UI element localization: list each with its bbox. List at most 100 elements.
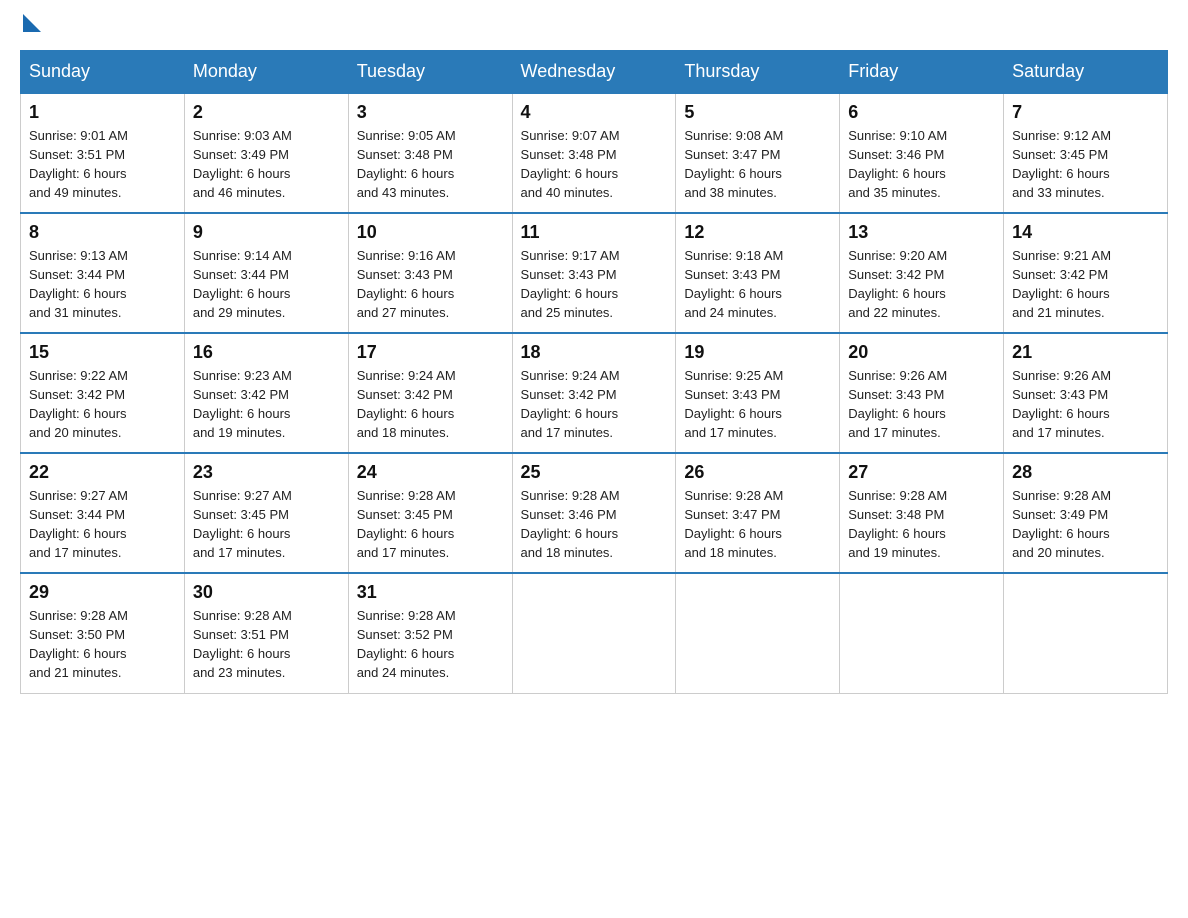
day-info: Sunrise: 9:08 AMSunset: 3:47 PMDaylight:… xyxy=(684,127,831,202)
table-row: 17 Sunrise: 9:24 AMSunset: 3:42 PMDaylig… xyxy=(348,333,512,453)
table-row: 11 Sunrise: 9:17 AMSunset: 3:43 PMDaylig… xyxy=(512,213,676,333)
table-row: 31 Sunrise: 9:28 AMSunset: 3:52 PMDaylig… xyxy=(348,573,512,693)
table-row: 10 Sunrise: 9:16 AMSunset: 3:43 PMDaylig… xyxy=(348,213,512,333)
day-info: Sunrise: 9:12 AMSunset: 3:45 PMDaylight:… xyxy=(1012,127,1159,202)
day-info: Sunrise: 9:14 AMSunset: 3:44 PMDaylight:… xyxy=(193,247,340,322)
table-row: 13 Sunrise: 9:20 AMSunset: 3:42 PMDaylig… xyxy=(840,213,1004,333)
table-row: 9 Sunrise: 9:14 AMSunset: 3:44 PMDayligh… xyxy=(184,213,348,333)
day-number: 30 xyxy=(193,582,340,603)
day-info: Sunrise: 9:28 AMSunset: 3:48 PMDaylight:… xyxy=(848,487,995,562)
week-row-4: 22 Sunrise: 9:27 AMSunset: 3:44 PMDaylig… xyxy=(21,453,1168,573)
day-number: 13 xyxy=(848,222,995,243)
table-row: 25 Sunrise: 9:28 AMSunset: 3:46 PMDaylig… xyxy=(512,453,676,573)
day-number: 6 xyxy=(848,102,995,123)
day-info: Sunrise: 9:28 AMSunset: 3:46 PMDaylight:… xyxy=(521,487,668,562)
col-header-thursday: Thursday xyxy=(676,51,840,94)
day-number: 29 xyxy=(29,582,176,603)
day-number: 8 xyxy=(29,222,176,243)
table-row: 15 Sunrise: 9:22 AMSunset: 3:42 PMDaylig… xyxy=(21,333,185,453)
day-info: Sunrise: 9:26 AMSunset: 3:43 PMDaylight:… xyxy=(1012,367,1159,442)
table-row: 23 Sunrise: 9:27 AMSunset: 3:45 PMDaylig… xyxy=(184,453,348,573)
day-info: Sunrise: 9:05 AMSunset: 3:48 PMDaylight:… xyxy=(357,127,504,202)
day-info: Sunrise: 9:22 AMSunset: 3:42 PMDaylight:… xyxy=(29,367,176,442)
day-info: Sunrise: 9:27 AMSunset: 3:45 PMDaylight:… xyxy=(193,487,340,562)
day-number: 9 xyxy=(193,222,340,243)
table-row: 6 Sunrise: 9:10 AMSunset: 3:46 PMDayligh… xyxy=(840,93,1004,213)
page-header xyxy=(20,20,1168,30)
col-header-sunday: Sunday xyxy=(21,51,185,94)
table-row: 22 Sunrise: 9:27 AMSunset: 3:44 PMDaylig… xyxy=(21,453,185,573)
day-number: 16 xyxy=(193,342,340,363)
day-info: Sunrise: 9:01 AMSunset: 3:51 PMDaylight:… xyxy=(29,127,176,202)
day-info: Sunrise: 9:25 AMSunset: 3:43 PMDaylight:… xyxy=(684,367,831,442)
day-number: 19 xyxy=(684,342,831,363)
table-row: 16 Sunrise: 9:23 AMSunset: 3:42 PMDaylig… xyxy=(184,333,348,453)
table-row: 21 Sunrise: 9:26 AMSunset: 3:43 PMDaylig… xyxy=(1004,333,1168,453)
table-row: 4 Sunrise: 9:07 AMSunset: 3:48 PMDayligh… xyxy=(512,93,676,213)
day-number: 17 xyxy=(357,342,504,363)
day-info: Sunrise: 9:28 AMSunset: 3:50 PMDaylight:… xyxy=(29,607,176,682)
week-row-1: 1 Sunrise: 9:01 AMSunset: 3:51 PMDayligh… xyxy=(21,93,1168,213)
day-info: Sunrise: 9:23 AMSunset: 3:42 PMDaylight:… xyxy=(193,367,340,442)
logo-triangle-icon xyxy=(23,14,41,32)
week-row-5: 29 Sunrise: 9:28 AMSunset: 3:50 PMDaylig… xyxy=(21,573,1168,693)
table-row: 26 Sunrise: 9:28 AMSunset: 3:47 PMDaylig… xyxy=(676,453,840,573)
day-number: 1 xyxy=(29,102,176,123)
day-info: Sunrise: 9:27 AMSunset: 3:44 PMDaylight:… xyxy=(29,487,176,562)
day-info: Sunrise: 9:18 AMSunset: 3:43 PMDaylight:… xyxy=(684,247,831,322)
day-number: 24 xyxy=(357,462,504,483)
col-header-tuesday: Tuesday xyxy=(348,51,512,94)
day-number: 28 xyxy=(1012,462,1159,483)
table-row xyxy=(1004,573,1168,693)
day-number: 18 xyxy=(521,342,668,363)
day-number: 11 xyxy=(521,222,668,243)
day-info: Sunrise: 9:10 AMSunset: 3:46 PMDaylight:… xyxy=(848,127,995,202)
day-info: Sunrise: 9:28 AMSunset: 3:47 PMDaylight:… xyxy=(684,487,831,562)
table-row: 3 Sunrise: 9:05 AMSunset: 3:48 PMDayligh… xyxy=(348,93,512,213)
calendar-table: SundayMondayTuesdayWednesdayThursdayFrid… xyxy=(20,50,1168,694)
day-number: 10 xyxy=(357,222,504,243)
table-row: 7 Sunrise: 9:12 AMSunset: 3:45 PMDayligh… xyxy=(1004,93,1168,213)
day-info: Sunrise: 9:21 AMSunset: 3:42 PMDaylight:… xyxy=(1012,247,1159,322)
day-info: Sunrise: 9:24 AMSunset: 3:42 PMDaylight:… xyxy=(357,367,504,442)
day-info: Sunrise: 9:17 AMSunset: 3:43 PMDaylight:… xyxy=(521,247,668,322)
day-number: 3 xyxy=(357,102,504,123)
col-header-saturday: Saturday xyxy=(1004,51,1168,94)
table-row: 19 Sunrise: 9:25 AMSunset: 3:43 PMDaylig… xyxy=(676,333,840,453)
day-info: Sunrise: 9:26 AMSunset: 3:43 PMDaylight:… xyxy=(848,367,995,442)
day-info: Sunrise: 9:03 AMSunset: 3:49 PMDaylight:… xyxy=(193,127,340,202)
logo xyxy=(20,20,43,30)
day-number: 7 xyxy=(1012,102,1159,123)
col-header-wednesday: Wednesday xyxy=(512,51,676,94)
table-row: 12 Sunrise: 9:18 AMSunset: 3:43 PMDaylig… xyxy=(676,213,840,333)
day-number: 27 xyxy=(848,462,995,483)
day-number: 2 xyxy=(193,102,340,123)
header-row: SundayMondayTuesdayWednesdayThursdayFrid… xyxy=(21,51,1168,94)
day-number: 21 xyxy=(1012,342,1159,363)
day-info: Sunrise: 9:28 AMSunset: 3:51 PMDaylight:… xyxy=(193,607,340,682)
table-row: 27 Sunrise: 9:28 AMSunset: 3:48 PMDaylig… xyxy=(840,453,1004,573)
day-info: Sunrise: 9:07 AMSunset: 3:48 PMDaylight:… xyxy=(521,127,668,202)
day-number: 31 xyxy=(357,582,504,603)
table-row xyxy=(676,573,840,693)
day-number: 20 xyxy=(848,342,995,363)
day-info: Sunrise: 9:24 AMSunset: 3:42 PMDaylight:… xyxy=(521,367,668,442)
table-row: 29 Sunrise: 9:28 AMSunset: 3:50 PMDaylig… xyxy=(21,573,185,693)
day-info: Sunrise: 9:28 AMSunset: 3:45 PMDaylight:… xyxy=(357,487,504,562)
week-row-3: 15 Sunrise: 9:22 AMSunset: 3:42 PMDaylig… xyxy=(21,333,1168,453)
week-row-2: 8 Sunrise: 9:13 AMSunset: 3:44 PMDayligh… xyxy=(21,213,1168,333)
table-row xyxy=(512,573,676,693)
day-info: Sunrise: 9:16 AMSunset: 3:43 PMDaylight:… xyxy=(357,247,504,322)
day-info: Sunrise: 9:28 AMSunset: 3:52 PMDaylight:… xyxy=(357,607,504,682)
table-row: 20 Sunrise: 9:26 AMSunset: 3:43 PMDaylig… xyxy=(840,333,1004,453)
day-number: 4 xyxy=(521,102,668,123)
day-number: 23 xyxy=(193,462,340,483)
table-row xyxy=(840,573,1004,693)
table-row: 18 Sunrise: 9:24 AMSunset: 3:42 PMDaylig… xyxy=(512,333,676,453)
col-header-friday: Friday xyxy=(840,51,1004,94)
col-header-monday: Monday xyxy=(184,51,348,94)
table-row: 5 Sunrise: 9:08 AMSunset: 3:47 PMDayligh… xyxy=(676,93,840,213)
day-number: 5 xyxy=(684,102,831,123)
table-row: 1 Sunrise: 9:01 AMSunset: 3:51 PMDayligh… xyxy=(21,93,185,213)
table-row: 14 Sunrise: 9:21 AMSunset: 3:42 PMDaylig… xyxy=(1004,213,1168,333)
